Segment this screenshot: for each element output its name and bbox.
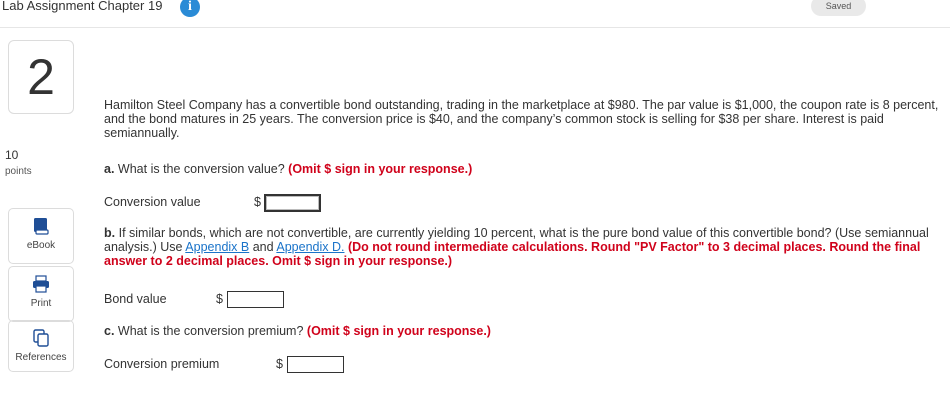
bond-value-row: Bond value $ — [104, 291, 304, 312]
references-label: References — [15, 352, 67, 363]
bond-value-label: Bond value — [104, 292, 167, 306]
conversion-premium-input[interactable] — [287, 356, 344, 373]
appendix-b-link[interactable]: Appendix B — [185, 240, 249, 254]
conversion-premium-label: Conversion premium — [104, 357, 220, 371]
part-c-text: What is the conversion premium? — [117, 324, 304, 338]
ebook-label: eBook — [26, 240, 56, 251]
references-button[interactable]: References — [8, 320, 74, 372]
print-label: Print — [30, 298, 52, 309]
part-c-letter: c. — [104, 324, 115, 338]
part-c-instruction: (Omit $ sign in your response.) — [306, 324, 491, 338]
conversion-value-currency: $ — [254, 195, 261, 209]
part-c-prompt: c. What is the conversion premium? (Omit… — [104, 324, 491, 338]
points-label: points — [5, 166, 32, 177]
part-b-and: and — [252, 240, 274, 254]
conversion-premium-currency: $ — [276, 357, 283, 371]
appendix-d-link[interactable]: Appendix D. — [276, 240, 344, 254]
part-a-instruction: (Omit $ sign in your response.) — [288, 162, 473, 176]
info-icon[interactable]: i — [180, 0, 200, 17]
bond-value-input[interactable] — [227, 291, 284, 308]
ebook-button[interactable]: eBook — [8, 208, 74, 264]
copy-icon — [33, 329, 49, 347]
book-icon — [33, 217, 49, 235]
part-a-prompt: a. What is the conversion value? (Omit $… — [104, 162, 472, 176]
conversion-value-label: Conversion value — [104, 195, 201, 209]
conversion-premium-row: Conversion premium $ — [104, 356, 364, 377]
top-bar: Lab Assignment Chapter 19 i Saved — [0, 0, 950, 28]
part-b-prompt: b. If similar bonds, which are not conve… — [104, 226, 944, 268]
conversion-value-row: Conversion value $ — [104, 194, 344, 215]
part-a-letter: a. — [104, 162, 115, 176]
bond-value-currency: $ — [216, 292, 223, 306]
question-intro: Hamilton Steel Company has a convertible… — [104, 98, 939, 140]
part-a-text: What is the conversion value? — [117, 162, 285, 176]
question-number: 2 — [8, 40, 74, 114]
part-b-letter: b. — [104, 226, 116, 240]
printer-icon — [32, 275, 50, 293]
points-value: 10 — [5, 148, 19, 162]
print-button[interactable]: Print — [8, 266, 74, 322]
assignment-title: Lab Assignment Chapter 19 — [2, 0, 163, 13]
saved-status-badge: Saved — [811, 0, 866, 16]
conversion-value-input[interactable] — [264, 194, 321, 212]
